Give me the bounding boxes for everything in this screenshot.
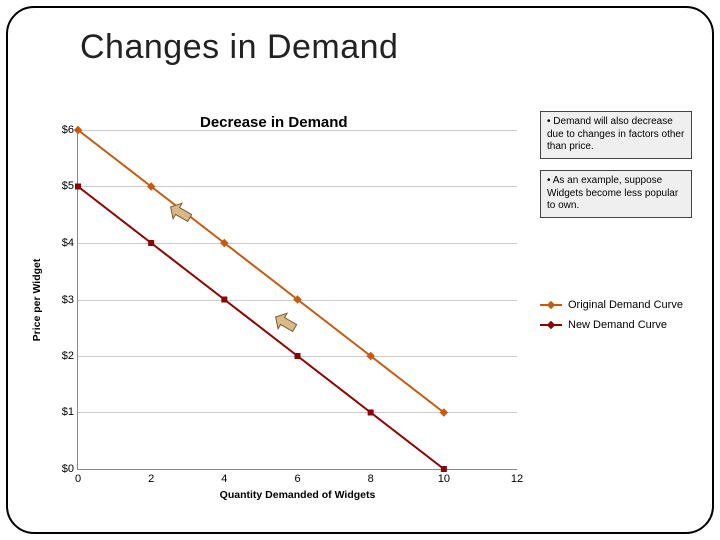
x-tick: 4 [221, 473, 227, 485]
legend-item-original: Original Demand Curve [540, 295, 683, 315]
x-tick: 0 [75, 473, 81, 485]
x-tick: 12 [511, 473, 523, 485]
x-axis-label: Quantity Demanded of Widgets [220, 489, 376, 501]
demand-chart: Price per Widget $0 $1 $2 $3 $4 $5 $6 0 … [45, 130, 695, 520]
y-tick: $1 [50, 406, 74, 418]
y-tick: $0 [50, 463, 74, 475]
x-tick: 10 [438, 473, 450, 485]
chart-lines [78, 130, 517, 469]
shift-arrow-icon [168, 200, 194, 226]
y-tick: $3 [50, 294, 74, 306]
y-tick: $2 [50, 350, 74, 362]
plot-area: $0 $1 $2 $3 $4 $5 $6 0 2 4 6 8 10 12 Qua… [77, 130, 517, 470]
legend-label: Original Demand Curve [568, 299, 683, 311]
y-tick: $4 [50, 237, 74, 249]
legend-label: New Demand Curve [568, 319, 667, 331]
x-tick: 8 [368, 473, 374, 485]
legend-swatch-icon [540, 324, 562, 326]
x-tick: 6 [294, 473, 300, 485]
x-tick: 2 [148, 473, 154, 485]
chart-title: Decrease in Demand [200, 114, 348, 131]
chart-legend: Original Demand Curve New Demand Curve [540, 295, 683, 335]
y-axis-label: Price per Widget [31, 259, 43, 342]
legend-item-new: New Demand Curve [540, 315, 683, 335]
y-tick: $5 [50, 180, 74, 192]
shift-arrow-icon [273, 310, 299, 336]
slide-title: Changes in Demand [80, 28, 398, 67]
legend-swatch-icon [540, 304, 562, 306]
y-tick: $6 [50, 124, 74, 136]
